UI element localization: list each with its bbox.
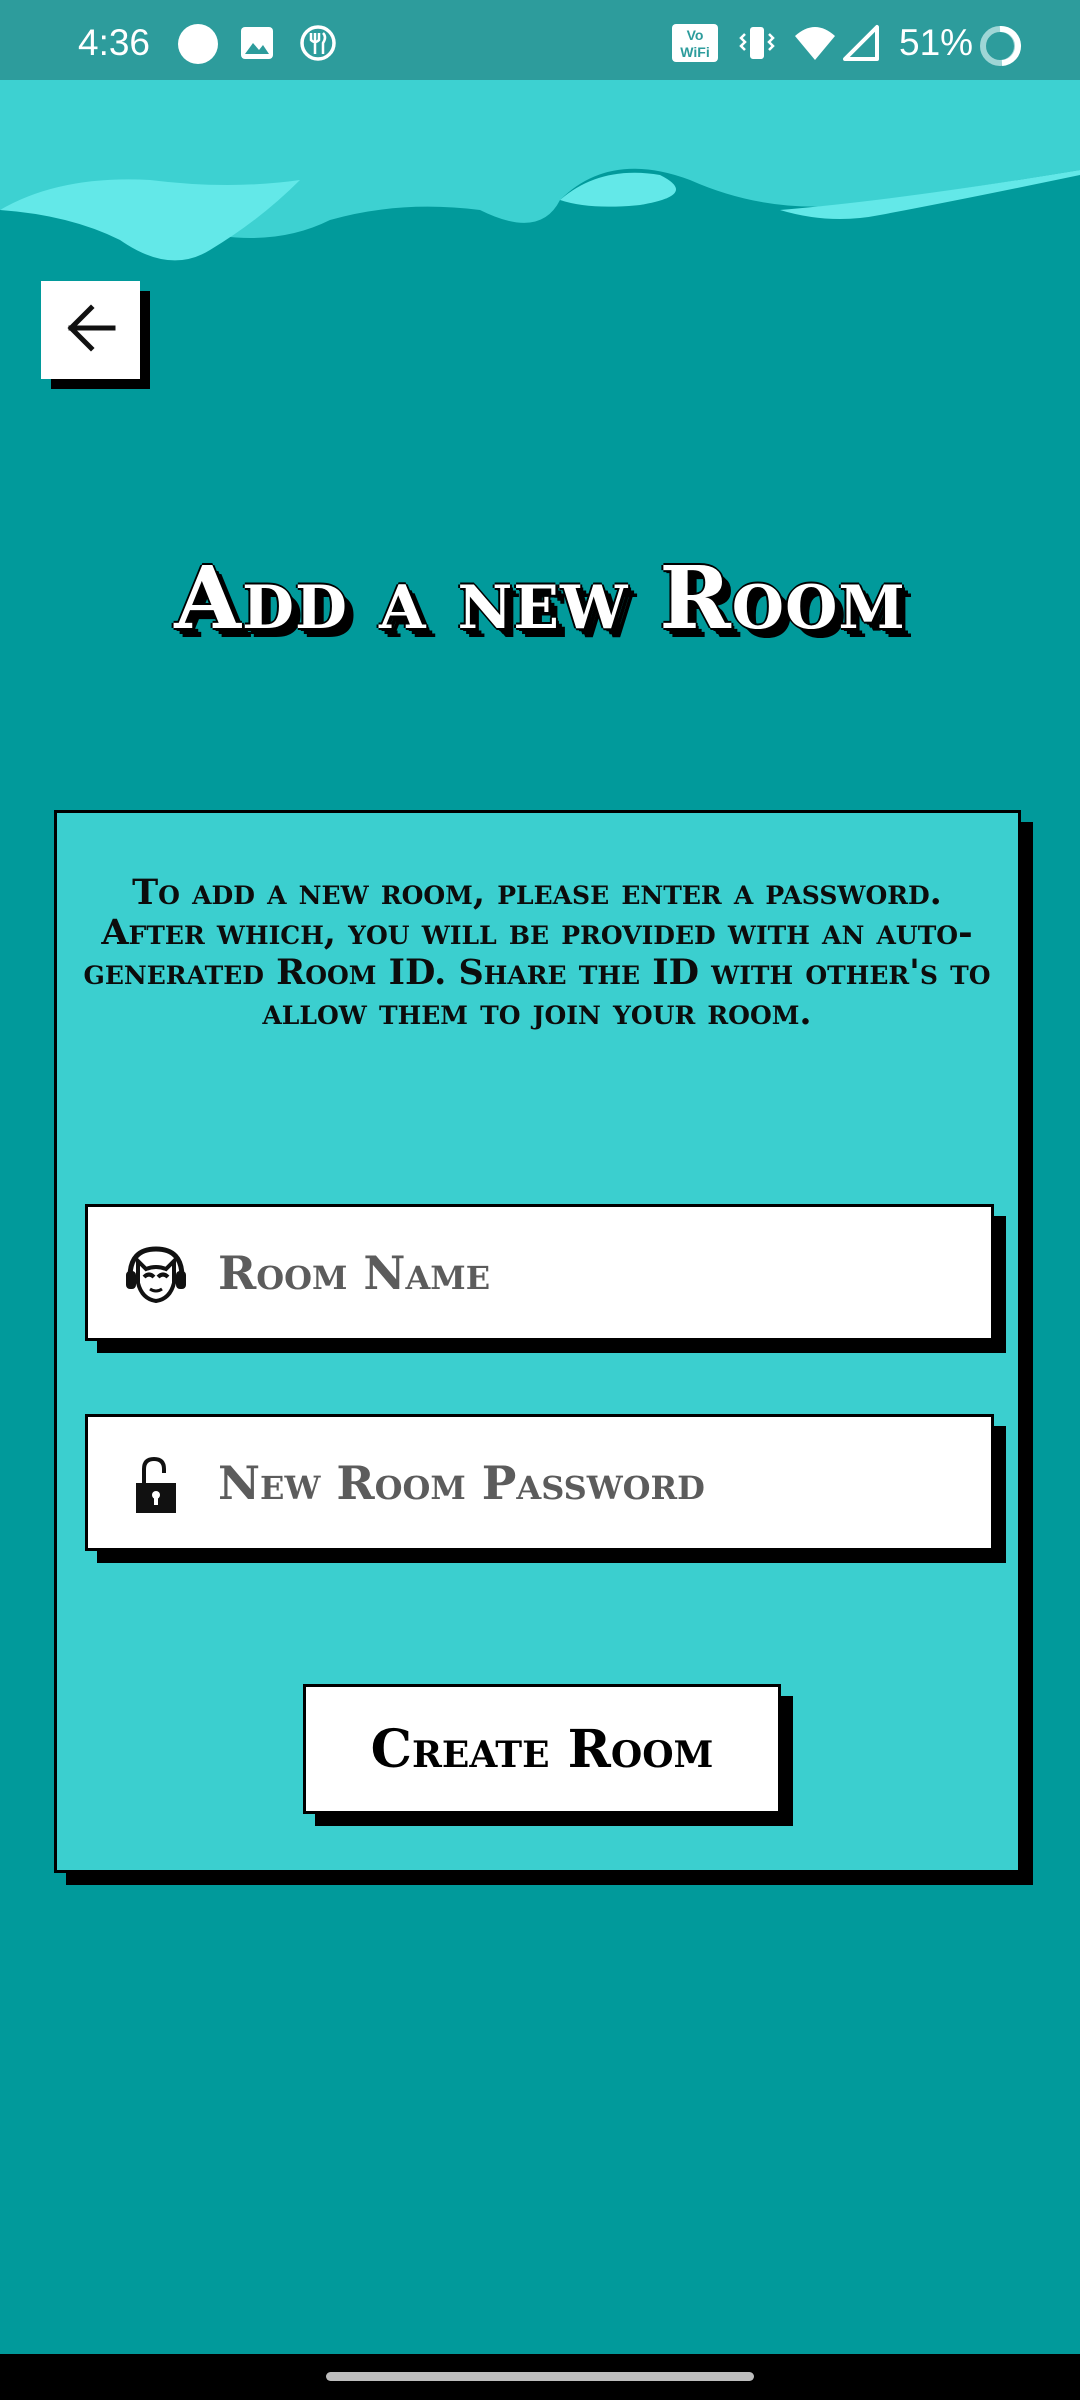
page-title: Add a new Room — [174, 548, 906, 649]
unlocked-padlock-icon — [124, 1453, 188, 1517]
add-room-card: To add a new room, please enter a passwo… — [54, 810, 1021, 1873]
image-icon — [240, 26, 274, 69]
circle-icon — [177, 23, 219, 74]
instructions-text: To add a new room, please enter a passwo… — [83, 872, 991, 1033]
room-name-input[interactable] — [218, 1207, 958, 1338]
navigation-bar — [0, 2354, 1080, 2400]
wave-decoration — [0, 80, 1080, 261]
signal-icon — [843, 24, 879, 71]
vowifi-line2: WiFi — [680, 44, 709, 60]
room-password-field[interactable] — [85, 1414, 994, 1551]
status-bar: 4:36 Vo WiFi 51% — [0, 0, 1080, 80]
room-password-input[interactable] — [218, 1417, 958, 1548]
create-room-button[interactable]: Create Room — [303, 1684, 781, 1814]
food-icon — [299, 24, 337, 71]
home-gesture-handle[interactable] — [326, 2372, 754, 2381]
battery-ring-icon — [978, 24, 1022, 77]
room-name-field[interactable] — [85, 1204, 994, 1341]
vibrate-icon — [737, 24, 777, 71]
wifi-icon — [793, 24, 837, 71]
status-time: 4:36 — [78, 22, 151, 63]
arrow-left-icon — [65, 302, 117, 358]
vowifi-icon: Vo WiFi — [672, 24, 718, 71]
back-button[interactable] — [41, 281, 140, 379]
vowifi-line1: Vo — [687, 27, 704, 43]
battery-percent: 51% — [899, 22, 974, 63]
napster-cat-headphones-icon — [124, 1243, 188, 1307]
